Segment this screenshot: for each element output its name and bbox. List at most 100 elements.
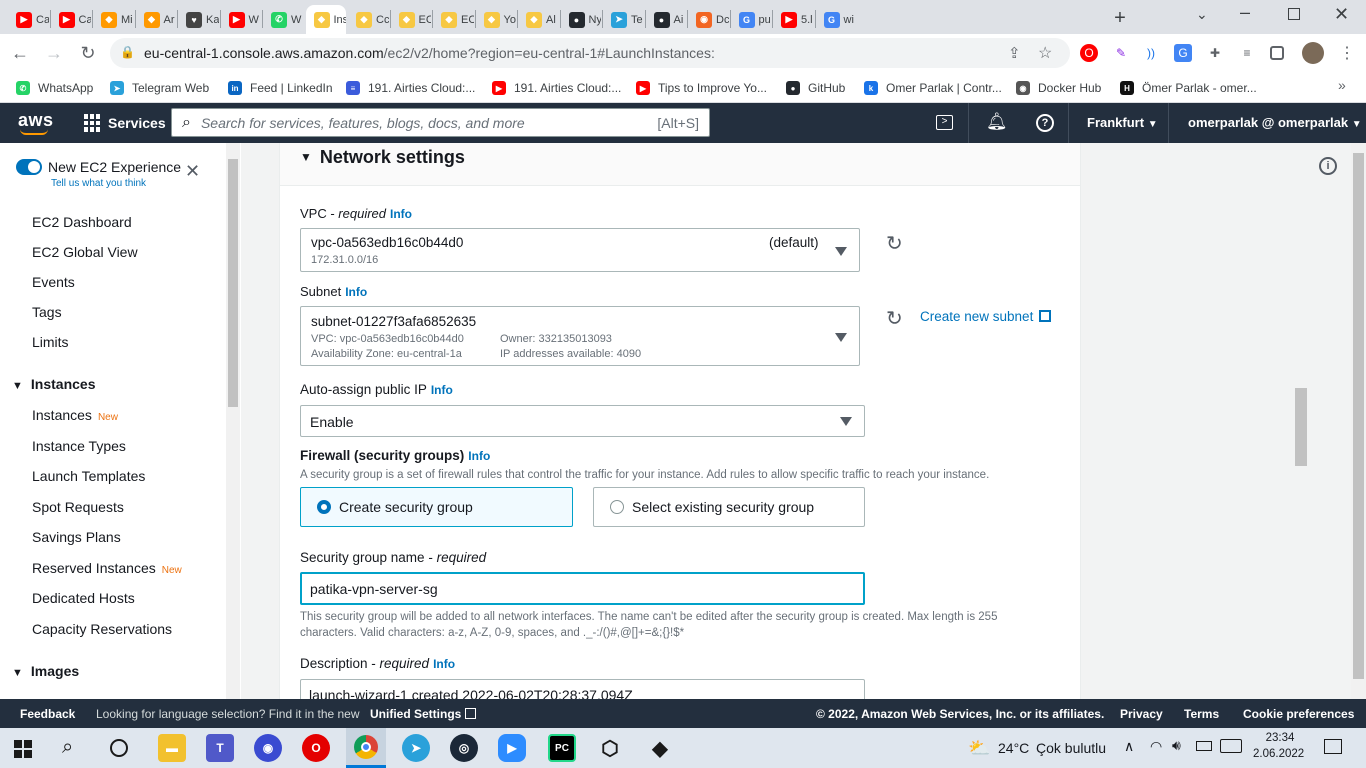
sidebar-group-images[interactable]: ▼ Images (12, 663, 79, 679)
bookmark-item[interactable]: ▶ 191. Airties Cloud:... (492, 78, 621, 98)
share-icon[interactable]: ⇪ (1008, 44, 1021, 62)
weather-text[interactable]: Çok bulutlu (1036, 740, 1106, 756)
cloudshell-icon[interactable]: > (936, 115, 953, 130)
browser-tab[interactable]: ● Ny (561, 5, 601, 34)
sidebar-item[interactable]: Instance Types (32, 438, 126, 454)
clock-date[interactable]: 2.06.2022 (1253, 748, 1304, 760)
browser-tab[interactable]: ▶ 5.l (773, 5, 814, 34)
bookmark-item[interactable]: ● GitHub (786, 78, 845, 98)
scrollbar-thumb[interactable] (228, 159, 238, 407)
create-sg-option[interactable]: Create security group (300, 487, 573, 527)
subnet-select[interactable]: subnet-01227f3afa6852635 VPC: vpc-0a563e… (300, 306, 860, 366)
sidebar-item[interactable]: Reserved Instances New (32, 560, 182, 576)
info-link[interactable]: Info (468, 449, 490, 463)
sidebar-item[interactable]: EC2 Dashboard (32, 214, 132, 230)
side-panel-icon[interactable] (1270, 46, 1284, 60)
chrome-taskbar-active[interactable] (346, 728, 386, 768)
windows-start-icon[interactable] (14, 740, 32, 758)
sidebar-item[interactable]: Tags (32, 304, 62, 320)
sidebar-item[interactable]: Events (32, 274, 75, 290)
extension-wave-icon[interactable]: )) (1142, 44, 1160, 62)
zoom-icon[interactable]: ▶ (498, 734, 526, 762)
weather-icon[interactable]: ⛅ (968, 738, 990, 759)
new-tab-button[interactable]: + (1108, 6, 1132, 30)
scrollbar-thumb[interactable] (1353, 153, 1364, 679)
public-ip-select[interactable]: Enable (300, 405, 865, 437)
browser-tab[interactable]: ▶ Ca (51, 5, 91, 34)
app-diamond-icon[interactable]: ◆ (646, 734, 674, 762)
browser-tab[interactable]: ◆ Mi (93, 5, 134, 34)
browser-tab[interactable]: Gpu (731, 5, 772, 34)
pycharm-icon[interactable]: PC (548, 734, 576, 762)
battery-icon[interactable] (1196, 741, 1212, 751)
page-scrollbar[interactable] (1351, 143, 1366, 699)
virtualbox-icon[interactable]: ⬡ (596, 734, 624, 762)
refresh-subnet-icon[interactable]: ↻ (886, 306, 903, 331)
file-explorer-icon[interactable]: ▬ (158, 734, 186, 762)
create-subnet-link[interactable]: Create new subnet (920, 309, 1052, 324)
bookmark-item[interactable]: ◉ Docker Hub (1016, 78, 1101, 98)
notification-center-icon[interactable] (1324, 739, 1342, 754)
browser-tab[interactable]: ➤ Te (603, 5, 644, 34)
sidebar-item[interactable]: Instances New (32, 407, 118, 423)
sidebar-item[interactable]: Spot Requests (32, 499, 124, 515)
new-ec2-toggle[interactable] (16, 159, 42, 175)
privacy-link[interactable]: Privacy (1120, 707, 1163, 721)
description-input[interactable]: launch-wizard-1 created 2022-06-02T20:28… (300, 679, 865, 699)
browser-tab[interactable]: ▶ W (221, 5, 262, 34)
sidebar-item[interactable]: Capacity Reservations (32, 621, 172, 637)
profile-avatar[interactable] (1302, 42, 1324, 64)
bookmark-item[interactable]: ➤ Telegram Web (110, 78, 209, 98)
aws-logo[interactable]: aws (18, 110, 54, 131)
bookmark-star-icon[interactable]: ☆ (1038, 43, 1052, 63)
volume-icon[interactable]: 🔊︎ (1172, 737, 1181, 754)
browser-tab[interactable]: ◆ Ar (136, 5, 177, 34)
sidebar-group-instances[interactable]: ▼ Instances (12, 376, 95, 392)
taskbar-search-icon[interactable]: ⌕ (62, 736, 73, 759)
tab-search-icon[interactable]: ⌄ (1196, 6, 1208, 23)
wifi-icon[interactable]: ◠ (1150, 738, 1162, 755)
back-icon[interactable]: ← (8, 41, 32, 65)
cookie-preferences-link[interactable]: Cookie preferences (1243, 707, 1354, 721)
browser-tab[interactable]: ✆ W (263, 5, 304, 34)
select-existing-sg-option[interactable]: Select existing security group (593, 487, 865, 527)
services-grid-icon[interactable] (84, 114, 102, 132)
vpc-select[interactable]: vpc-0a563edb16c0b44d0 (default) 172.31.0… (300, 228, 860, 272)
browser-tab[interactable]: ♥ Ka (178, 5, 219, 34)
discord-icon[interactable]: ◉ (254, 734, 282, 762)
info-link[interactable]: Info (433, 657, 455, 671)
address-bar[interactable]: 🔒 eu-central-1.console.aws.amazon.com/ec… (110, 38, 1070, 68)
info-link[interactable]: Info (345, 285, 367, 299)
browser-tab[interactable]: ▶ Ca (8, 5, 49, 34)
terms-link[interactable]: Terms (1184, 707, 1219, 721)
extension-translate-icon[interactable]: G (1174, 44, 1192, 62)
info-panel-icon[interactable]: i (1319, 157, 1337, 175)
browser-tab[interactable]: ◆ Cc (348, 5, 389, 34)
help-icon[interactable]: ? (1036, 114, 1054, 132)
notifications-bell-icon[interactable]: 🔔︎ (986, 112, 1008, 132)
network-settings-header[interactable]: ▼ Network settings (300, 147, 465, 168)
browser-tab[interactable]: ◆ EC (433, 5, 474, 34)
unified-settings-link[interactable]: Unified Settings (370, 707, 476, 721)
browser-tab[interactable]: ◆Ins✕ (305, 5, 346, 34)
opera-icon[interactable]: O (302, 734, 330, 762)
sidebar-item[interactable]: EC2 Global View (32, 244, 138, 260)
browser-tab[interactable]: Gwi (816, 5, 857, 34)
reload-icon[interactable]: ↻ (76, 41, 100, 65)
minimize-icon[interactable]: – (1240, 2, 1250, 23)
browser-tab[interactable]: ◉ Dc (688, 5, 729, 34)
chrome-menu-icon[interactable]: ⋮ (1338, 44, 1356, 62)
bookmark-item[interactable]: ≡ 191. Airties Cloud:... (346, 78, 475, 98)
bookmark-item[interactable]: ▶ Tips to Improve Yo... (636, 78, 767, 98)
services-menu[interactable]: Services (108, 115, 166, 131)
media-control-icon[interactable]: ≡ (1238, 44, 1256, 62)
feedback-link[interactable]: Tell us what you think (51, 178, 146, 189)
more-bookmarks-icon[interactable]: » (1338, 77, 1346, 93)
info-link[interactable]: Info (390, 207, 412, 221)
maximize-icon[interactable] (1288, 8, 1300, 20)
sg-name-input[interactable]: patika-vpn-server-sg (300, 572, 865, 605)
aws-search-input[interactable]: ⌕ Search for services, features, blogs, … (171, 108, 710, 137)
browser-tab[interactable]: ◆ EC (391, 5, 431, 34)
main-scrollbar[interactable] (1294, 143, 1308, 699)
browser-tab[interactable]: ◆ Yo (476, 5, 517, 34)
